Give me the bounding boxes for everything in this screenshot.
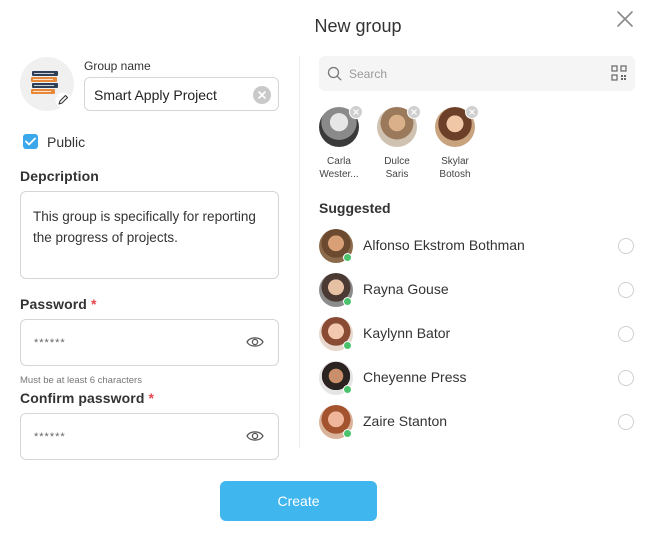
- search-placeholder[interactable]: Search: [349, 67, 387, 81]
- suggested-title: Suggested: [319, 200, 391, 216]
- remove-user-button[interactable]: [465, 105, 479, 119]
- avatar: [377, 105, 421, 147]
- password-hint: Must be at least 6 characters: [20, 375, 142, 386]
- select-radio[interactable]: [618, 238, 634, 254]
- close-icon[interactable]: [614, 8, 636, 30]
- password-input[interactable]: ******: [20, 319, 279, 366]
- online-indicator: [343, 341, 352, 350]
- suggested-user-name: Rayna Gouse: [363, 281, 449, 297]
- required-mark: *: [90, 296, 97, 312]
- remove-user-button[interactable]: [349, 105, 363, 119]
- selected-user[interactable]: Skylar Botosh: [425, 105, 485, 181]
- confirm-password-label-text: Confirm password: [20, 390, 145, 406]
- list-item[interactable]: Rayna Gouse: [319, 273, 635, 307]
- selected-user-first: Carla: [327, 156, 351, 167]
- selected-user[interactable]: Carla Wester...: [309, 105, 369, 181]
- group-name-label: Group name: [84, 59, 151, 73]
- avatar: [319, 105, 363, 147]
- column-divider: [299, 56, 300, 448]
- select-radio[interactable]: [618, 326, 634, 342]
- selected-user-last: Wester...: [319, 169, 359, 180]
- remove-icon[interactable]: [411, 109, 417, 115]
- selected-user-last: Botosh: [439, 169, 471, 180]
- suggested-user-name: Alfonso Ekstrom Bothman: [363, 237, 525, 253]
- close-button[interactable]: [614, 8, 636, 30]
- eye-icon[interactable]: [246, 335, 264, 349]
- select-radio[interactable]: [618, 370, 634, 386]
- confirm-password-input[interactable]: ******: [20, 413, 279, 460]
- list-item[interactable]: Alfonso Ekstrom Bothman: [319, 229, 635, 263]
- create-button[interactable]: Create: [220, 481, 377, 521]
- check-icon: [25, 137, 36, 146]
- group-name-input[interactable]: Smart Apply Project: [84, 77, 279, 111]
- dialog-title: New group: [314, 16, 402, 36]
- search-input[interactable]: Search: [319, 56, 635, 91]
- group-name-value[interactable]: Smart Apply Project: [94, 87, 217, 103]
- confirm-password-label: Confirm password *: [20, 390, 154, 406]
- password-label-text: Password: [20, 296, 87, 312]
- public-label[interactable]: Public: [47, 134, 85, 150]
- password-label: Password *: [20, 296, 97, 312]
- qr-code-icon[interactable]: [611, 65, 627, 81]
- remove-user-button[interactable]: [407, 105, 421, 119]
- suggested-user-name: Zaire Stanton: [363, 413, 448, 429]
- selected-user-name: Skylar Botosh: [425, 155, 485, 181]
- online-indicator: [343, 429, 352, 438]
- suggested-user-name: Cheyenne Press: [363, 369, 467, 385]
- description-label: Depcription: [20, 168, 99, 184]
- selected-user-last: Saris: [385, 169, 409, 180]
- online-indicator: [343, 253, 352, 262]
- password-mask: ******: [34, 337, 66, 349]
- selected-user-name: Carla Wester...: [309, 155, 369, 181]
- remove-icon[interactable]: [469, 109, 475, 115]
- clear-icon[interactable]: [257, 90, 267, 100]
- public-checkbox[interactable]: [23, 134, 38, 149]
- online-indicator: [343, 297, 352, 306]
- group-avatar[interactable]: [20, 57, 74, 111]
- confirm-password-mask: ******: [34, 431, 66, 443]
- description-textarea[interactable]: This group is specifically for reporting…: [20, 191, 279, 279]
- suggested-user-name: Kaylynn Bator: [363, 325, 451, 341]
- required-mark: *: [148, 390, 155, 406]
- select-radio[interactable]: [618, 414, 634, 430]
- selected-user-first: Dulce: [384, 156, 410, 167]
- list-item[interactable]: Zaire Stanton: [319, 405, 635, 439]
- eye-icon[interactable]: [246, 429, 264, 443]
- selected-user-first: Skylar: [441, 156, 469, 167]
- clear-name-button[interactable]: [253, 86, 271, 104]
- edit-pencil-icon[interactable]: [55, 92, 71, 108]
- avatar: [435, 105, 479, 147]
- online-indicator: [343, 385, 352, 394]
- select-radio[interactable]: [618, 282, 634, 298]
- selected-user[interactable]: Dulce Saris: [367, 105, 427, 181]
- list-item[interactable]: Cheyenne Press: [319, 361, 635, 395]
- list-item[interactable]: Kaylynn Bator: [319, 317, 635, 351]
- search-icon: [327, 66, 342, 81]
- remove-icon[interactable]: [353, 109, 359, 115]
- selected-user-name: Dulce Saris: [367, 155, 427, 181]
